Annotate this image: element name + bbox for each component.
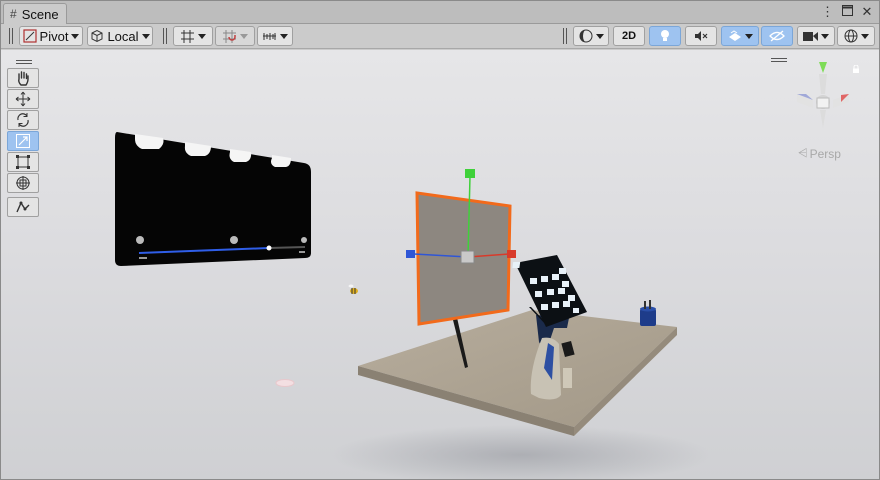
tool-palette — [7, 60, 41, 218]
chevron-down-icon — [821, 33, 829, 39]
scene-render — [115, 62, 849, 479]
lock-icon[interactable] — [852, 65, 860, 73]
bee-object[interactable] — [348, 284, 359, 295]
custom-tool-button[interactable] — [7, 197, 39, 217]
hidden-eye-icon — [769, 30, 785, 42]
more-icon[interactable]: ⋮ — [821, 5, 834, 19]
move-tool-button[interactable] — [7, 89, 39, 109]
audio-toggle[interactable] — [685, 26, 717, 46]
hand-icon — [18, 71, 29, 86]
magnet-grid-icon — [223, 29, 236, 43]
mute-icon — [695, 31, 708, 41]
ruler-icon — [263, 32, 276, 40]
chevron-down-icon — [71, 33, 80, 39]
rotate-icon — [17, 113, 29, 127]
hand-tool-button[interactable] — [7, 68, 39, 88]
chevron-down-icon — [198, 33, 206, 39]
tab-scene[interactable]: # Scene — [3, 3, 67, 24]
scale-tool-button[interactable] — [7, 131, 39, 151]
toolbar-grip[interactable] — [563, 28, 567, 44]
chevron-down-icon — [860, 33, 869, 39]
gizmos-dropdown[interactable] — [837, 26, 875, 46]
hash-icon: # — [10, 7, 17, 21]
transform-icon — [16, 176, 30, 190]
chevron-down-icon — [595, 33, 604, 39]
scene-toolbar: Pivot Local 2D — [1, 24, 879, 49]
align-snap-button[interactable] — [257, 26, 293, 46]
chevron-down-icon — [280, 33, 288, 39]
transform-tool-button[interactable] — [7, 173, 39, 193]
pivot-dropdown[interactable]: Pivot — [19, 26, 83, 46]
gizmo-y-handle[interactable] — [465, 169, 475, 178]
scene-window: # Scene ⋮ ✕ Pivot Local 2D ⩤ Persp — [0, 0, 880, 480]
grid-snap-button[interactable] — [173, 26, 213, 46]
gizmo-z-handle[interactable] — [406, 250, 415, 258]
camera-icon — [803, 31, 818, 41]
shading-mode-dropdown[interactable] — [573, 26, 609, 46]
persp-arrow-icon: ⩤ — [798, 146, 808, 160]
custom-tool-icon — [16, 201, 30, 213]
video-player-panel[interactable] — [115, 132, 311, 266]
pivot-label: Pivot — [39, 28, 69, 44]
rect-tool-button[interactable] — [7, 152, 39, 172]
rotate-tool-button[interactable] — [7, 110, 39, 130]
increment-snap-button[interactable] — [215, 26, 255, 46]
grid-snap-icon — [181, 29, 194, 43]
shading-sphere-icon — [579, 29, 592, 43]
gizmo-center-handle[interactable] — [460, 250, 475, 264]
orientation-gizmo[interactable] — [797, 62, 849, 128]
gizmo-x-handle[interactable] — [507, 250, 516, 258]
maximize-icon[interactable] — [841, 5, 853, 19]
tab-bar: # Scene ⋮ ✕ — [1, 1, 879, 24]
gizmo-grip[interactable] — [771, 58, 787, 62]
toolbar-grip[interactable] — [163, 28, 167, 44]
gizmo-globe-icon — [844, 29, 857, 43]
2d-toggle[interactable]: 2D — [613, 26, 645, 46]
scene-viewport[interactable]: ⩤ Persp — [1, 50, 879, 479]
local-dropdown[interactable]: Local — [87, 26, 153, 46]
toolbar-grip[interactable] — [9, 28, 13, 44]
camera-dropdown[interactable] — [797, 26, 835, 46]
scale-icon — [16, 134, 30, 148]
palette-grip[interactable] — [16, 60, 32, 64]
projection-toggle[interactable]: ⩤ Persp — [798, 146, 841, 161]
lightbulb-icon — [661, 30, 669, 41]
rect-transform-icon — [16, 155, 30, 169]
close-icon[interactable]: ✕ — [861, 5, 873, 19]
cube-icon — [91, 29, 103, 43]
2d-label: 2D — [621, 30, 637, 42]
scene-visibility-toggle[interactable] — [761, 26, 793, 46]
chevron-down-icon — [744, 33, 753, 39]
pink-disc-object[interactable] — [275, 379, 295, 387]
chevron-down-icon — [141, 33, 150, 39]
lighting-toggle[interactable] — [649, 26, 681, 46]
effects-icon — [728, 30, 741, 41]
pivot-icon — [22, 29, 37, 43]
effects-dropdown[interactable] — [721, 26, 759, 46]
tab-title: Scene — [21, 6, 59, 22]
cup-object[interactable] — [640, 300, 656, 326]
projection-label: Persp — [809, 146, 841, 161]
chevron-down-icon — [240, 33, 248, 39]
move-arrows-icon — [15, 91, 31, 107]
local-label: Local — [107, 28, 139, 44]
table-object[interactable] — [358, 310, 677, 436]
